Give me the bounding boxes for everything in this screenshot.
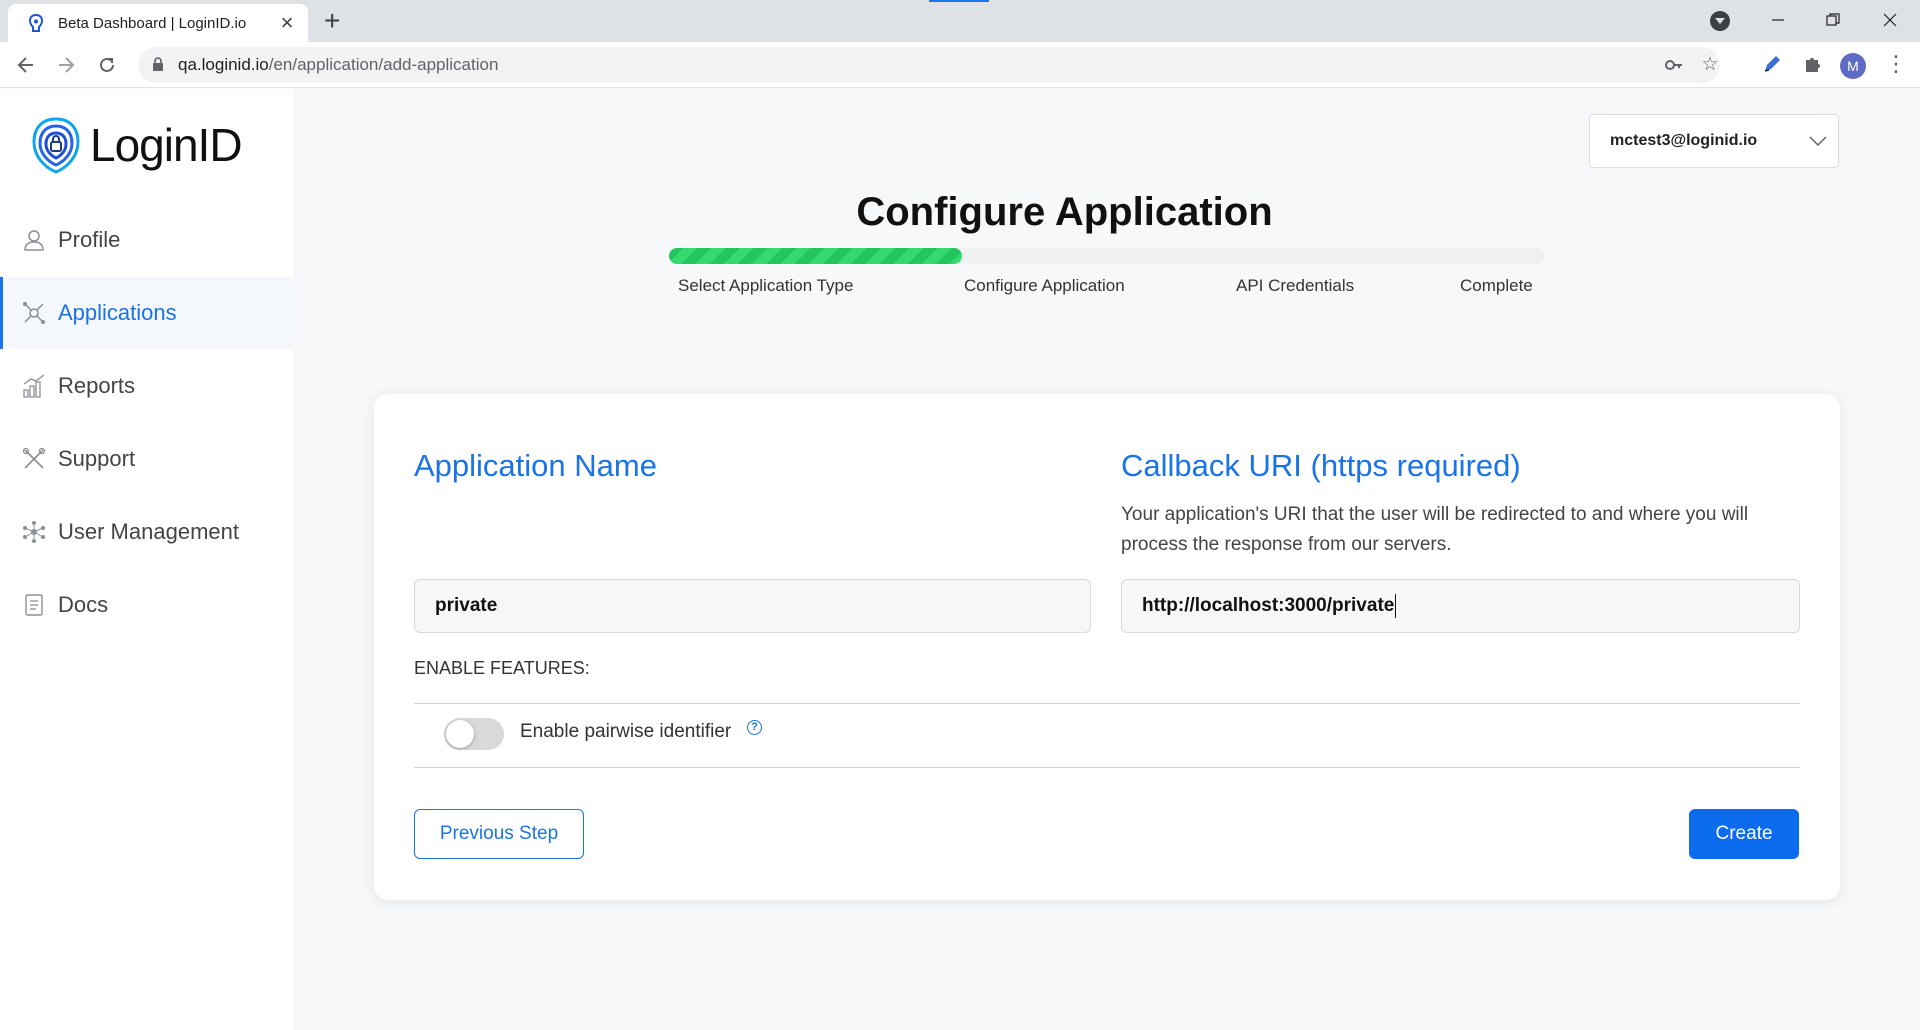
page-title: Configure Application [856,190,1273,234]
extensions-puzzle-icon[interactable] [1798,50,1826,78]
help-icon[interactable]: ? [747,720,762,735]
sidebar-item-label: User Management [58,519,239,544]
divider [414,767,1800,768]
progress-bar [669,248,1545,264]
brand-name: LoginID [90,119,243,171]
pen-extension-icon[interactable] [1758,50,1786,78]
callback-uri-value: http://localhost:3000/private [1142,595,1395,616]
callback-uri-description: Your application's URI that the user wil… [1121,504,1749,555]
sidebar-item-reports[interactable]: Reports [0,350,293,422]
url-text: qa.loginid.io/en/application/add-applica… [178,55,499,74]
chevron-down-icon [1798,136,1838,146]
sidebar-item-applications[interactable]: Applications [0,277,293,349]
key-icon[interactable] [1664,55,1684,75]
document-icon [22,593,46,617]
sidebar-item-label: Reports [58,373,136,398]
browser-tab[interactable]: Beta Dashboard | LoginID.io × [8,4,308,42]
previous-step-button[interactable]: Previous Step [414,809,584,859]
forward-icon[interactable] [52,51,80,79]
applications-icon [22,301,46,325]
tab-strip-indicator [929,0,989,2]
sidebar-item-support[interactable]: Support [0,423,293,495]
sidebar-item-label: Docs [58,592,109,617]
callback-uri-input[interactable]: http://localhost:3000/private [1121,579,1800,633]
application-name-input[interactable]: private [414,579,1091,633]
browser-menu-icon[interactable]: ⋮ [1885,50,1907,78]
back-icon[interactable] [12,51,40,79]
bookmark-star-icon[interactable]: ☆ [1700,55,1720,75]
address-bar[interactable]: qa.loginid.io/en/application/add-applica… [138,47,1720,83]
tab-search-icon[interactable] [1710,11,1730,31]
close-tab-icon[interactable]: × [276,12,298,34]
loginid-logo[interactable]: LoginID [30,115,243,175]
pairwise-identifier-label: Enable pairwise identifier [520,721,732,742]
text-caret [1395,594,1397,618]
toggle-knob [446,720,474,748]
profile-avatar[interactable]: M [1840,53,1866,79]
step-select-application-type: Select Application Type [678,276,854,295]
enable-features-label: ENABLE FEATURES: [414,658,590,678]
application-name-value: private [435,595,498,616]
divider [414,703,1800,704]
sidebar-item-user-management[interactable]: User Management [0,496,293,568]
sidebar-item-label: Support [58,446,136,471]
progress-bar-fill [669,248,963,264]
sidebar-item-docs[interactable]: Docs [0,569,293,641]
new-tab-icon[interactable]: + [324,7,340,35]
browser-toolbar: qa.loginid.io/en/application/add-applica… [0,42,1920,88]
tools-icon [22,447,46,471]
lock-icon [152,57,164,77]
configure-form-card: Application Name Callback URI (https req… [374,394,1840,900]
create-button[interactable]: Create [1689,809,1799,859]
tab-title: Beta Dashboard | LoginID.io [58,14,247,32]
bar-chart-icon [22,374,46,398]
network-icon [22,520,46,544]
pairwise-identifier-toggle[interactable] [444,718,504,750]
close-window-icon[interactable] [1870,4,1910,36]
account-dropdown[interactable]: mctest3@loginid.io [1589,114,1839,168]
loginid-logo-icon [32,117,80,174]
step-complete: Complete [1460,276,1533,295]
application-name-title: Application Name [414,448,657,483]
loginid-favicon-icon [26,13,46,33]
callback-uri-title: Callback URI (https required) [1121,448,1521,483]
step-api-credentials: API Credentials [1236,276,1355,295]
reload-icon[interactable] [93,51,121,79]
account-email: mctest3@loginid.io [1610,132,1758,149]
minimize-icon[interactable] [1758,4,1798,36]
step-configure-application: Configure Application [964,276,1125,295]
restore-icon[interactable] [1813,4,1853,36]
sidebar-item-label: Applications [58,300,177,325]
browser-tab-bar: Beta Dashboard | LoginID.io × + [0,0,1920,42]
